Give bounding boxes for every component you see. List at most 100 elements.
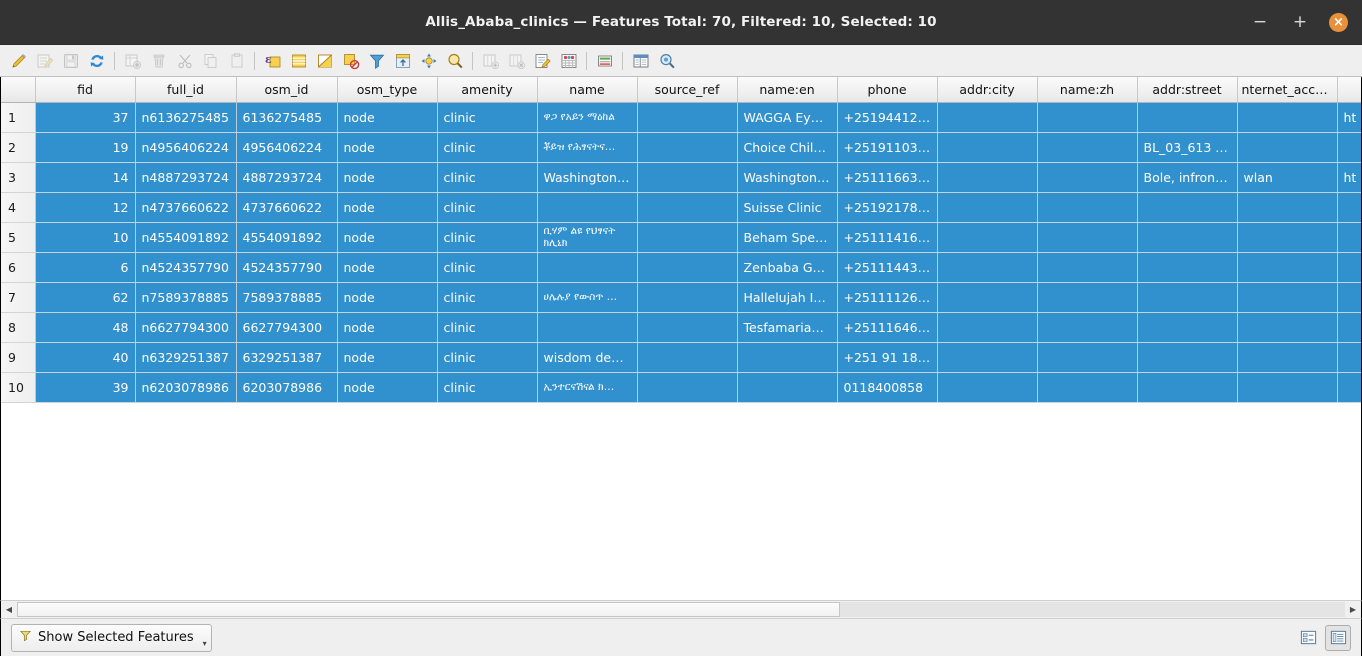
table-cell[interactable]: node xyxy=(337,192,438,223)
table-cell[interactable]: 4737660622 xyxy=(236,192,338,223)
table-row[interactable]: 9 40 n6329251387 6329251387 node clinic wisdom… xyxy=(1,342,1361,373)
table-cell[interactable] xyxy=(1137,192,1238,223)
table-cell[interactable]: ቾይዝ የሕፃናትና… xyxy=(537,132,638,163)
table-cell[interactable]: 37 xyxy=(35,102,136,133)
table-cell[interactable]: Beham Spe… xyxy=(737,222,838,253)
table-cell[interactable]: clinic xyxy=(437,282,538,313)
table-cell[interactable] xyxy=(937,252,1038,283)
table-cell[interactable] xyxy=(637,132,738,163)
table-cell[interactable] xyxy=(1337,342,1361,373)
row-header[interactable]: 3 xyxy=(1,162,36,193)
column-header-name-zh[interactable]: name:zh xyxy=(1037,77,1138,103)
table-cell[interactable]: +25111663… xyxy=(837,162,938,193)
table-cell[interactable] xyxy=(1137,102,1238,133)
table-cell[interactable] xyxy=(637,252,738,283)
table-cell[interactable] xyxy=(737,372,838,403)
table-cell[interactable]: BL_03_613 St. xyxy=(1137,132,1238,163)
table-row[interactable]: 3 14 n4887293724 4887293724 node clinic Washin… xyxy=(1,162,1361,193)
table-cell[interactable]: 4524357790 xyxy=(236,252,338,283)
scroll-right-arrow-icon[interactable]: ▶ xyxy=(1345,602,1361,618)
table-cell[interactable]: ht xyxy=(1337,162,1361,193)
open-field-calculator-icon[interactable] xyxy=(530,48,555,74)
table-cell[interactable] xyxy=(1337,222,1361,253)
conditional-formatting-icon[interactable] xyxy=(556,48,581,74)
table-cell[interactable]: 62 xyxy=(35,282,136,313)
table-cell[interactable] xyxy=(1137,342,1238,373)
row-header[interactable]: 6 xyxy=(1,252,36,283)
paste-icon[interactable] xyxy=(224,48,249,74)
chevron-down-icon[interactable]: ▾ xyxy=(203,639,207,648)
column-header-amenity[interactable]: amenity xyxy=(437,77,538,103)
horizontal-scrollbar[interactable]: ◀ ▶ xyxy=(0,600,1362,618)
table-cell[interactable] xyxy=(637,312,738,343)
table-cell[interactable]: 10 xyxy=(35,222,136,253)
row-header[interactable]: 9 xyxy=(1,342,36,373)
row-header[interactable]: 8 xyxy=(1,312,36,343)
table-row[interactable]: 4 12 n4737660622 4737660622 node clinic Suisse… xyxy=(1,192,1361,223)
table-cell[interactable]: n6203078986 xyxy=(135,372,237,403)
table-cell[interactable] xyxy=(1037,162,1138,193)
table-row[interactable]: 1 37 n6136275485 6136275485 node clinic ዋጋ የአይ… xyxy=(1,102,1361,133)
table-cell[interactable] xyxy=(1137,252,1238,283)
move-selection-to-top-icon[interactable] xyxy=(390,48,415,74)
table-cell[interactable] xyxy=(1237,372,1338,403)
row-header[interactable]: 4 xyxy=(1,192,36,223)
table-cell[interactable]: +25111416… xyxy=(837,222,938,253)
table-cell[interactable] xyxy=(1237,132,1338,163)
table-cell[interactable]: Washington… xyxy=(537,162,638,193)
table-cell[interactable] xyxy=(1337,252,1361,283)
table-cell[interactable]: Zenbaba Ge… xyxy=(737,252,838,283)
table-cell[interactable] xyxy=(537,312,638,343)
row-header[interactable]: 5 xyxy=(1,222,36,253)
table-cell[interactable] xyxy=(1237,342,1338,373)
table-cell[interactable] xyxy=(1237,312,1338,343)
column-header-full-id[interactable]: full_id xyxy=(135,77,237,103)
table-cell[interactable]: node xyxy=(337,162,438,193)
column-header-extra[interactable] xyxy=(1337,77,1361,103)
table-row[interactable]: 8 48 n6627794300 6627794300 node clinic Tesfam… xyxy=(1,312,1361,343)
table-cell[interactable] xyxy=(937,192,1038,223)
show-selected-features-button[interactable]: Show Selected Features ▾ xyxy=(11,623,212,652)
table-cell[interactable]: 4956406224 xyxy=(236,132,338,163)
table-cell[interactable] xyxy=(1337,282,1361,313)
table-corner-header[interactable] xyxy=(1,77,36,103)
table-cell[interactable] xyxy=(1037,342,1138,373)
column-header-addr-city[interactable]: addr:city xyxy=(937,77,1038,103)
table-cell[interactable]: 12 xyxy=(35,192,136,223)
table-cell[interactable] xyxy=(1037,282,1138,313)
table-cell[interactable]: n4887293724 xyxy=(135,162,237,193)
multi-edit-icon[interactable] xyxy=(32,48,57,74)
column-header-source-ref[interactable]: source_ref xyxy=(637,77,738,103)
filter-selection-icon[interactable] xyxy=(364,48,389,74)
table-cell[interactable] xyxy=(1237,102,1338,133)
table-cell[interactable]: clinic xyxy=(437,372,538,403)
organize-columns-icon[interactable] xyxy=(628,48,653,74)
table-cell[interactable]: node xyxy=(337,252,438,283)
add-feature-icon[interactable] xyxy=(120,48,145,74)
table-cell[interactable]: +25192178… xyxy=(837,192,938,223)
table-cell[interactable]: clinic xyxy=(437,342,538,373)
table-cell[interactable] xyxy=(937,372,1038,403)
row-header[interactable]: 2 xyxy=(1,132,36,163)
copy-icon[interactable] xyxy=(198,48,223,74)
reload-icon[interactable] xyxy=(84,48,109,74)
column-header-addr-street[interactable]: addr:street xyxy=(1137,77,1238,103)
select-by-expression-icon[interactable]: ε xyxy=(260,48,285,74)
maximize-icon[interactable]: + xyxy=(1289,11,1311,33)
delete-field-icon[interactable] xyxy=(504,48,529,74)
table-cell[interactable] xyxy=(1237,222,1338,253)
table-cell[interactable]: 6203078986 xyxy=(236,372,338,403)
table-cell[interactable]: clinic xyxy=(437,162,538,193)
table-cell[interactable]: 6136275485 xyxy=(236,102,338,133)
table-cell[interactable] xyxy=(1037,372,1138,403)
table-cell[interactable]: ዋጋ የአይን ማዕከል xyxy=(537,102,638,133)
pan-map-to-selected-icon[interactable] xyxy=(416,48,441,74)
zoom-map-to-selected-icon[interactable] xyxy=(442,48,467,74)
table-cell[interactable]: Tesfamaria… xyxy=(737,312,838,343)
row-header[interactable]: 7 xyxy=(1,282,36,313)
table-cell[interactable]: Hallelujah I… xyxy=(737,282,838,313)
table-cell[interactable]: 14 xyxy=(35,162,136,193)
table-cell[interactable] xyxy=(937,282,1038,313)
table-cell[interactable]: WAGGA Eye… xyxy=(737,102,838,133)
table-cell[interactable]: node xyxy=(337,102,438,133)
